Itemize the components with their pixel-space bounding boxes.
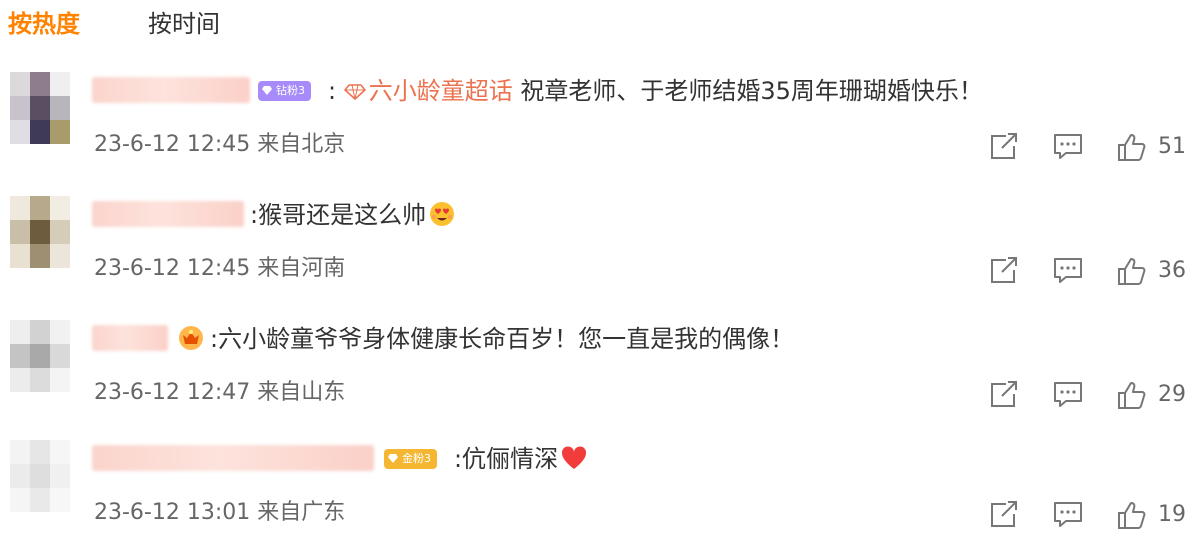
comment-location: 来自山东 [257,380,346,405]
comment-icon[interactable] [1052,380,1084,410]
comment-body: 猴哥还是这么帅 [258,201,427,229]
comment-actions: 51 [988,130,1188,164]
avatar[interactable] [10,440,70,512]
share-icon[interactable] [988,380,1020,410]
fan-badge[interactable]: 金粉3 [384,449,437,469]
username-blurred[interactable] [92,77,250,103]
comment-prefix: : [454,445,463,473]
comment-meta: 23-6-12 12:47 来自山东 [94,378,345,408]
comment-prefix: : [328,77,337,105]
comment-time: 23-6-12 12:45 [94,256,251,281]
comment-prefix: : [210,325,219,353]
comment-meta: 23-6-12 12:45 来自河南 [94,254,345,284]
tab-by-popularity[interactable]: 按热度 [8,6,80,42]
comment-text: :伉俪情深 [454,440,588,480]
like-count: 36 [1158,258,1186,283]
avatar[interactable] [10,196,70,268]
thumbs-up-icon[interactable] [1116,500,1148,530]
avatar[interactable] [10,320,70,392]
comment-time: 23-6-12 12:45 [94,132,251,157]
tab-by-time[interactable]: 按时间 [148,6,220,42]
comment-text: :六小龄童爷爷身体健康长命百岁！您一直是我的偶像！ [210,320,794,360]
fan-badge-label: 钻粉3 [276,84,305,97]
thumbs-up-icon[interactable] [1116,256,1148,286]
share-icon[interactable] [988,256,1020,286]
comment-item: 钻粉3 : 六小龄童超话 祝章老师、于老师结婚35周年珊瑚婚快乐！ 23-6-1… [0,72,1200,192]
thumbs-up-icon[interactable] [1116,380,1148,410]
comment-meta: 23-6-12 12:45 来自北京 [94,130,345,160]
comment-icon[interactable] [1052,500,1084,530]
diamond-topic-icon [343,84,366,100]
username-blurred[interactable] [92,201,244,227]
sort-tabs: 按热度 按时间 [0,0,1200,50]
diamond-icon [262,86,272,95]
comment-actions: 29 [988,378,1188,412]
fan-badge-label: 金粉3 [402,452,431,465]
share-icon[interactable] [988,500,1020,530]
username-blurred[interactable] [92,445,374,471]
comment-icon[interactable] [1052,256,1084,286]
comment-icon[interactable] [1052,132,1084,162]
fan-badge[interactable]: 钻粉3 [258,81,311,101]
comment-item: :猴哥还是这么帅 23-6-12 12:45 来自河南 36 [0,196,1200,316]
username-blurred[interactable] [92,325,168,351]
comment-time: 23-6-12 12:47 [94,380,251,405]
share-icon[interactable] [988,132,1020,162]
comment-location: 来自广东 [257,500,346,525]
comment-prefix: : [250,201,259,229]
comment-text: : 六小龄童超话 祝章老师、于老师结婚35周年珊瑚婚快乐！ [328,72,983,112]
diamond-icon [388,454,398,463]
comment-meta: 23-6-12 13:01 来自广东 [94,498,345,528]
comment-location: 来自北京 [257,132,346,157]
super-topic-link[interactable]: 六小龄童超话 [343,77,521,105]
comment-actions: 36 [988,254,1188,288]
like-count: 19 [1158,502,1186,527]
comment-actions: 19 [988,498,1188,532]
comment-time: 23-6-12 13:01 [94,500,251,525]
red-heart-emoji [562,446,587,469]
heart-eyes-emoji [430,202,455,226]
comment-body: 伉俪情深 [462,445,559,473]
comment-text: :猴哥还是这么帅 [250,196,456,236]
crown-badge-icon[interactable] [176,323,206,351]
like-count: 51 [1158,134,1186,159]
like-count: 29 [1158,382,1186,407]
comment-body: 六小龄童爷爷身体健康长命百岁！您一直是我的偶像！ [218,325,795,353]
thumbs-up-icon[interactable] [1116,132,1148,162]
comment-item: 金粉3 :伉俪情深 23-6-12 13:01 来自广东 19 [0,440,1200,560]
avatar[interactable] [10,72,70,144]
comment-location: 来自河南 [257,256,346,281]
comment-body: 祝章老师、于老师结婚35周年珊瑚婚快乐！ [520,77,983,105]
comment-item: :六小龄童爷爷身体健康长命百岁！您一直是我的偶像！ 23-6-12 12:47 … [0,320,1200,440]
